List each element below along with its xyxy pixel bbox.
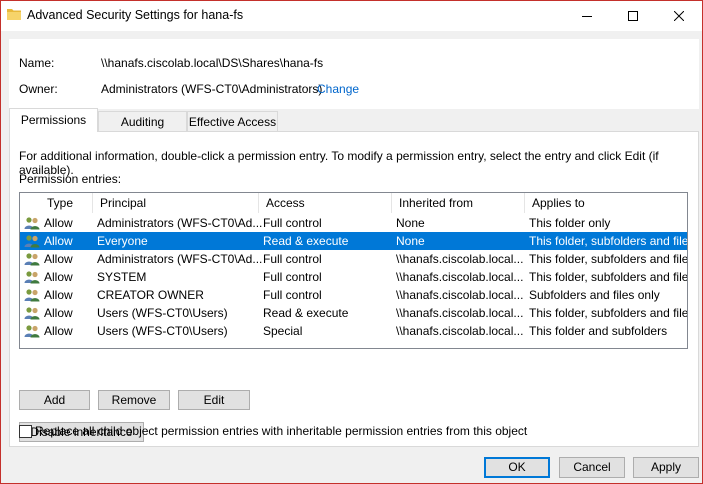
users-icon [24, 325, 40, 338]
object-info-box: Name: \\hanafs.ciscolab.local\DS\Shares\… [9, 39, 699, 109]
minimize-button[interactable] [564, 1, 610, 31]
cell-access: Full control [263, 216, 322, 230]
advanced-security-window: Advanced Security Settings for hana-fs N… [0, 0, 703, 484]
table-row[interactable]: Allow Administrators (WFS-CT0\Ad... Full c… [20, 214, 687, 232]
cell-principal: Everyone [97, 234, 148, 248]
table-row[interactable]: Allow Users (WFS-CT0\Users) Special \\hanaf… [20, 322, 687, 340]
cell-applies-to: This folder, subfolders and files [529, 234, 688, 248]
table-row[interactable]: Allow SYSTEM Full control \\hanafs.ciscolab… [20, 268, 687, 286]
users-icon [24, 235, 40, 248]
column-header-principal[interactable]: Principal [93, 193, 259, 213]
owner-label: Owner: [19, 82, 58, 96]
change-owner-link[interactable]: Change [317, 82, 359, 96]
tab-effective-access[interactable]: Effective Access [187, 111, 278, 132]
cell-inherited-from: \\hanafs.ciscolab.local... [396, 324, 524, 338]
replace-child-permissions-checkbox[interactable] [19, 425, 32, 438]
add-button[interactable]: Add [19, 390, 90, 410]
cell-applies-to: This folder, subfolders and files [529, 306, 688, 320]
users-icon [24, 253, 40, 266]
cell-applies-to: This folder only [529, 216, 611, 230]
permission-entries-label: Permission entries: [19, 172, 122, 186]
users-icon [24, 217, 40, 230]
name-value: \\hanafs.ciscolab.local\DS\Shares\hana-f… [101, 56, 324, 70]
edit-button[interactable]: Edit [178, 390, 250, 410]
table-row[interactable]: Allow CREATOR OWNER Full control \\hanafs.c… [20, 286, 687, 304]
owner-value: Administrators (WFS-CT0\Administrators) [101, 82, 323, 96]
name-label: Name: [19, 56, 55, 70]
cell-type: Allow [44, 252, 73, 266]
maximize-icon [628, 11, 638, 21]
cell-type: Allow [44, 270, 73, 284]
cell-principal: Administrators (WFS-CT0\Ad... [97, 252, 263, 266]
cell-type: Allow [44, 324, 73, 338]
folder-icon [7, 9, 21, 20]
column-header-applies-to[interactable]: Applies to [525, 193, 687, 213]
replace-child-permissions-label: Replace all child object permission entr… [35, 424, 528, 438]
cell-type: Allow [44, 306, 73, 320]
column-header-inherited-from[interactable]: Inherited from [392, 193, 525, 213]
users-icon [24, 271, 40, 284]
title-bar[interactable]: Advanced Security Settings for hana-fs [1, 1, 702, 31]
window-title: Advanced Security Settings for hana-fs [27, 8, 244, 22]
minimize-icon [582, 16, 592, 17]
cell-principal: SYSTEM [97, 270, 147, 284]
close-icon [674, 11, 684, 21]
cell-principal: Users (WFS-CT0\Users) [97, 324, 228, 338]
close-button[interactable] [656, 1, 702, 31]
cell-inherited-from: None [396, 216, 425, 230]
cell-type: Allow [44, 234, 73, 248]
cell-principal: CREATOR OWNER [97, 288, 204, 302]
list-header: Type Principal Access Inherited from App… [20, 193, 687, 213]
cell-type: Allow [44, 216, 73, 230]
column-header-access[interactable]: Access [259, 193, 392, 213]
cell-access: Special [263, 324, 303, 338]
ok-button[interactable]: OK [484, 457, 550, 478]
cell-inherited-from: \\hanafs.ciscolab.local... [396, 270, 524, 284]
cell-applies-to: This folder and subfolders [529, 324, 668, 338]
tab-auditing[interactable]: Auditing [98, 111, 187, 132]
table-row[interactable]: Allow Everyone Read & execute None This fold… [20, 232, 687, 250]
cancel-button[interactable]: Cancel [559, 457, 625, 478]
cell-inherited-from: None [396, 234, 425, 248]
cell-access: Full control [263, 270, 322, 284]
cell-access: Read & execute [263, 306, 349, 320]
cell-access: Full control [263, 288, 322, 302]
cell-inherited-from: \\hanafs.ciscolab.local... [396, 306, 524, 320]
maximize-button[interactable] [610, 1, 656, 31]
column-header-type[interactable]: Type [40, 193, 93, 213]
cell-applies-to: This folder, subfolders and files [529, 270, 688, 284]
users-icon [24, 307, 40, 320]
users-icon [24, 289, 40, 302]
cell-access: Full control [263, 252, 322, 266]
permissions-panel: For additional information, double-click… [9, 131, 699, 447]
tab-permissions[interactable]: Permissions [9, 108, 98, 132]
cell-inherited-from: \\hanafs.ciscolab.local... [396, 252, 524, 266]
cell-principal: Users (WFS-CT0\Users) [97, 306, 228, 320]
table-row[interactable]: Allow Administrators (WFS-CT0\Ad... Full c… [20, 250, 687, 268]
cell-access: Read & execute [263, 234, 349, 248]
table-row[interactable]: Allow Users (WFS-CT0\Users) Read & execute… [20, 304, 687, 322]
dialog-content: Name: \\hanafs.ciscolab.local\DS\Shares\… [1, 31, 702, 483]
cell-inherited-from: \\hanafs.ciscolab.local... [396, 288, 524, 302]
cell-type: Allow [44, 288, 73, 302]
cell-principal: Administrators (WFS-CT0\Ad... [97, 216, 263, 230]
remove-button[interactable]: Remove [98, 390, 170, 410]
cell-applies-to: This folder, subfolders and files [529, 252, 688, 266]
cell-applies-to: Subfolders and files only [529, 288, 660, 302]
permission-entries-list[interactable]: Type Principal Access Inherited from App… [19, 192, 688, 349]
apply-button[interactable]: Apply [633, 457, 699, 478]
